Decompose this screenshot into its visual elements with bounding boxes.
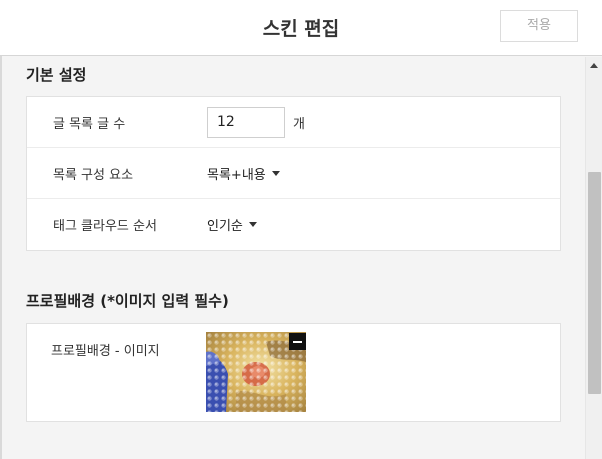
section-title-basic: 기본 설정	[26, 66, 87, 84]
post-count-label: 글 목록 글 수	[53, 117, 126, 132]
caret-down-icon	[248, 222, 257, 227]
tag-cloud-order-value: 인기순	[207, 219, 243, 234]
scroll-up-arrow-icon[interactable]	[590, 63, 598, 68]
profile-bg-thumbnail[interactable]	[206, 332, 306, 412]
remove-image-button[interactable]	[289, 333, 306, 350]
section-title-profile-bg: 프로필배경 (*이미지 입력 필수)	[26, 292, 229, 310]
post-count-unit: 개	[293, 116, 305, 132]
post-count-input[interactable]	[207, 106, 285, 138]
apply-button[interactable]: 적용	[500, 10, 578, 42]
minus-icon	[293, 340, 302, 343]
profile-bg-image-label: 프로필배경 - 이미지	[51, 344, 160, 359]
setting-row-tag-cloud-order: 태그 클라우드 순서 인기순	[27, 199, 560, 250]
setting-row-profile-bg-image: 프로필배경 - 이미지	[27, 324, 560, 421]
list-components-dropdown[interactable]: 목록+내용	[207, 164, 280, 183]
tag-cloud-order-label: 태그 클라우드 순서	[53, 219, 157, 234]
header: 스킨 편집 적용	[0, 0, 602, 56]
skin-settings-content: 기본 설정 글 목록 글 수 개 목록 구성 요소 목록+내용 태그 클라우드 …	[2, 57, 585, 459]
profile-bg-panel: 프로필배경 - 이미지	[26, 323, 561, 422]
basic-settings-panel: 글 목록 글 수 개 목록 구성 요소 목록+내용 태그 클라우드 순서 인기순	[26, 96, 561, 251]
setting-row-post-count: 글 목록 글 수 개	[27, 97, 560, 148]
scrollbar[interactable]	[585, 57, 602, 459]
caret-down-icon	[271, 170, 280, 176]
list-components-label: 목록 구성 요소	[53, 168, 134, 183]
tag-cloud-order-dropdown[interactable]: 인기순	[207, 215, 257, 234]
list-components-value: 목록+내용	[207, 167, 266, 183]
setting-row-list-components: 목록 구성 요소 목록+내용	[27, 148, 560, 199]
scrollbar-thumb[interactable]	[588, 172, 601, 394]
